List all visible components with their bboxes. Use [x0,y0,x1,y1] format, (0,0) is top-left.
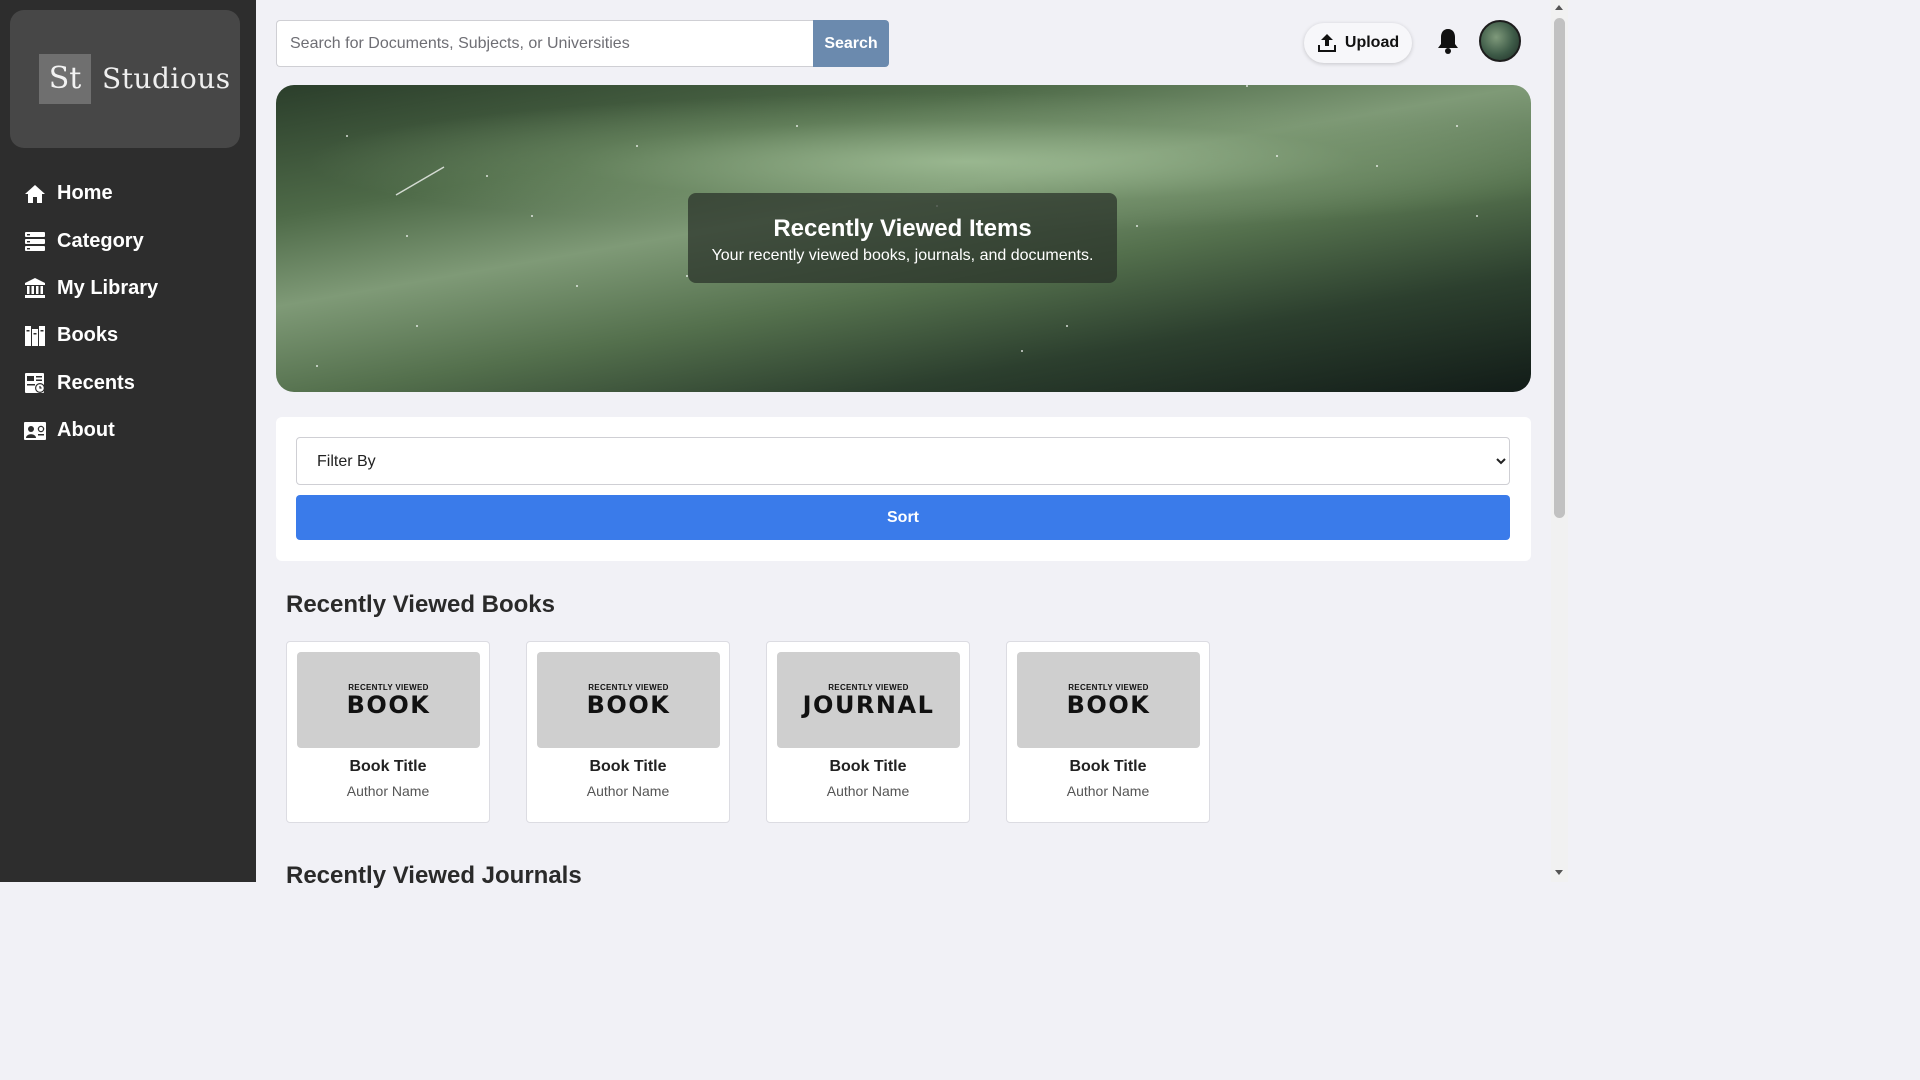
brand-mark: St [39,54,91,104]
books-icon [23,324,47,348]
section-title-journals: Recently Viewed Journals [286,862,582,889]
cover-heading: JOURNAL [802,691,935,719]
search-input[interactable] [276,20,813,67]
scrollbar-thumb[interactable] [1554,18,1565,518]
book-card[interactable]: RECENTLY VIEWED BOOK Book Title Author N… [526,641,730,823]
library-icon [23,276,47,300]
cover-heading: BOOK [1066,691,1151,719]
book-cover: RECENTLY VIEWED JOURNAL [777,652,960,748]
book-title: Book Title [349,758,427,775]
sidebar-item-books[interactable]: Books [0,312,256,359]
upload-label: Upload [1344,34,1400,51]
page-subtitle: Your recently viewed books, journals, an… [711,247,1094,264]
cover-heading: BOOK [346,691,431,719]
shooting-star-icon [395,166,445,196]
filter-panel: Filter By Sort [276,417,1531,561]
sidebar-item-label: Recents [57,371,135,394]
book-cover: RECENTLY VIEWED BOOK [1017,652,1200,748]
brand-name: Studious [102,62,231,95]
sidebar: St Studious Home Category My Library Boo… [0,0,256,882]
book-author: Author Name [346,783,430,799]
book-author: Author Name [826,783,910,799]
sidebar-item-home[interactable]: Home [0,170,256,217]
sidebar-item-label: My Library [57,276,159,299]
book-title: Book Title [589,758,667,775]
hero-banner: Recently Viewed Items Your recently view… [276,85,1531,392]
sidebar-item-label: Home [57,182,113,205]
scroll-up-arrow-icon[interactable] [1555,5,1563,10]
book-title: Book Title [829,758,907,775]
brand-logo[interactable]: St Studious [10,10,240,148]
page-scrollbar[interactable] [1551,0,1568,882]
recent-books-list: RECENTLY VIEWED BOOK Book Title Author N… [286,641,1210,823]
sort-button[interactable]: Sort [296,495,1510,540]
sidebar-item-recents[interactable]: Recents [0,360,256,407]
scroll-down-arrow-icon[interactable] [1555,870,1563,875]
section-title-books: Recently Viewed Books [286,591,555,618]
notification-bell-icon[interactable] [1436,27,1460,55]
book-author: Author Name [586,783,670,799]
search-bar: Search [276,20,889,67]
search-button[interactable]: Search [813,20,889,67]
book-title: Book Title [1069,758,1147,775]
book-card[interactable]: RECENTLY VIEWED JOURNAL Book Title Autho… [766,641,970,823]
book-cover: RECENTLY VIEWED BOOK [297,652,480,748]
book-card[interactable]: RECENTLY VIEWED BOOK Book Title Author N… [286,641,490,823]
recents-icon [23,371,47,395]
sidebar-item-label: Category [57,229,144,252]
sidebar-item-label: Books [57,324,119,347]
book-cover: RECENTLY VIEWED BOOK [537,652,720,748]
sidebar-item-my-library[interactable]: My Library [0,265,256,312]
sidebar-nav: Home Category My Library Books Recents A… [0,170,256,454]
category-icon [23,229,47,253]
sidebar-item-about[interactable]: About [0,407,256,454]
avatar[interactable] [1479,20,1521,62]
upload-icon [1317,33,1337,53]
book-author: Author Name [1066,783,1150,799]
page-title: Recently Viewed Items [773,215,1032,242]
cover-heading: BOOK [586,691,671,719]
sidebar-item-category[interactable]: Category [0,217,256,264]
hero-caption: Recently Viewed Items Your recently view… [688,193,1117,283]
upload-button[interactable]: Upload [1304,23,1412,63]
book-card[interactable]: RECENTLY VIEWED BOOK Book Title Author N… [1006,641,1210,823]
filter-select[interactable]: Filter By [296,437,1510,485]
home-icon [23,182,47,206]
sidebar-item-label: About [57,419,115,442]
about-icon [23,419,47,443]
